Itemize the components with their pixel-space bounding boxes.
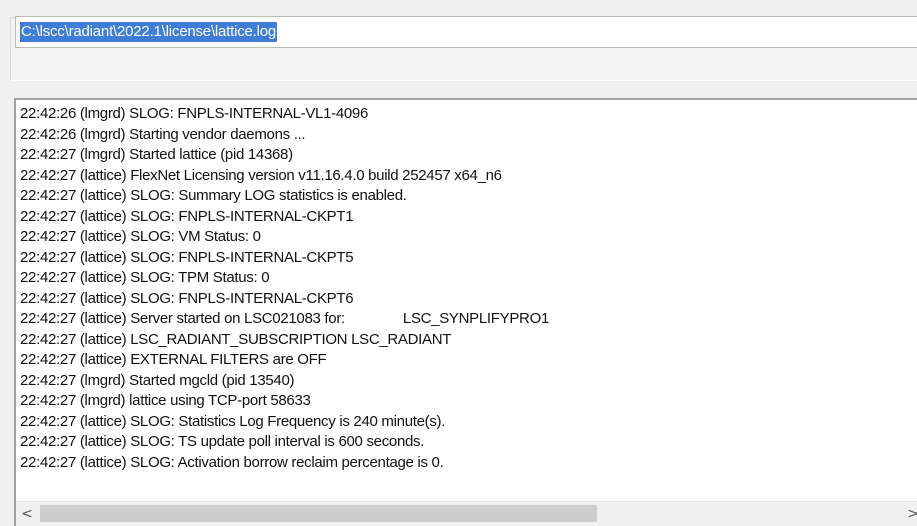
log-lines-list: 22:42:26 (lmgrd) SLOG: FNPLS-INTERNAL-VL…: [20, 104, 917, 473]
log-line: 22:42:27 (lattice) EXTERNAL FILTERS are …: [20, 351, 327, 368]
log-line: 22:42:27 (lattice) SLOG: VM Status: 0: [20, 228, 261, 245]
horizontal-scrollbar[interactable]: < >: [16, 501, 917, 526]
log-line: 22:42:27 (lattice) LSC_RADIANT_SUBSCRIPT…: [20, 330, 452, 348]
log-path-field[interactable]: C:\lscc\radiant\2022.1\license\lattice.l…: [15, 16, 917, 48]
log-line: 22:42:27 (lattice) SLOG: FNPLS-INTERNAL-…: [20, 207, 354, 225]
log-output-panel[interactable]: 22:42:26 (lmgrd) SLOG: FNPLS-INTERNAL-VL…: [14, 98, 917, 526]
log-line: 22:42:26 (lmgrd) SLOG: FNPLS-INTERNAL-VL…: [20, 105, 369, 122]
log-line: 22:42:26 (lmgrd) Starting vendor daemons…: [20, 125, 306, 143]
log-viewer-window: C:\lscc\radiant\2022.1\license\lattice.l…: [0, 0, 917, 526]
scroll-right-arrow-icon[interactable]: >: [907, 502, 917, 526]
log-line: 22:42:27 (lmgrd) Started mgcld (pid 1354…: [20, 371, 295, 389]
log-path-text[interactable]: C:\lscc\radiant\2022.1\license\lattice.l…: [20, 22, 278, 42]
log-line: 22:42:27 (lmgrd) lattice using TCP-port …: [20, 392, 311, 409]
log-line: 22:42:27 (lattice) SLOG: FNPLS-INTERNAL-…: [20, 248, 354, 266]
scroll-left-arrow-icon[interactable]: <: [16, 502, 38, 526]
log-line: 22:42:27 (lmgrd) Started lattice (pid 14…: [20, 146, 293, 163]
log-line: 22:42:27 (lattice) Server started on LSC…: [20, 310, 550, 327]
log-line: 22:42:27 (lattice) SLOG: Activation borr…: [20, 453, 444, 471]
log-line: 22:42:27 (lattice) SLOG: TS update poll …: [20, 433, 425, 450]
scrollbar-thumb[interactable]: [40, 505, 597, 522]
log-line: 22:42:27 (lattice) FlexNet Licensing ver…: [20, 166, 502, 184]
log-line: 22:42:27 (lattice) SLOG: FNPLS-INTERNAL-…: [20, 289, 354, 307]
log-line: 22:42:27 (lattice) SLOG: Statistics Log …: [20, 412, 446, 430]
log-line: 22:42:27 (lattice) SLOG: Summary LOG sta…: [20, 187, 407, 204]
log-line: 22:42:27 (lattice) SLOG: TPM Status: 0: [20, 269, 270, 286]
